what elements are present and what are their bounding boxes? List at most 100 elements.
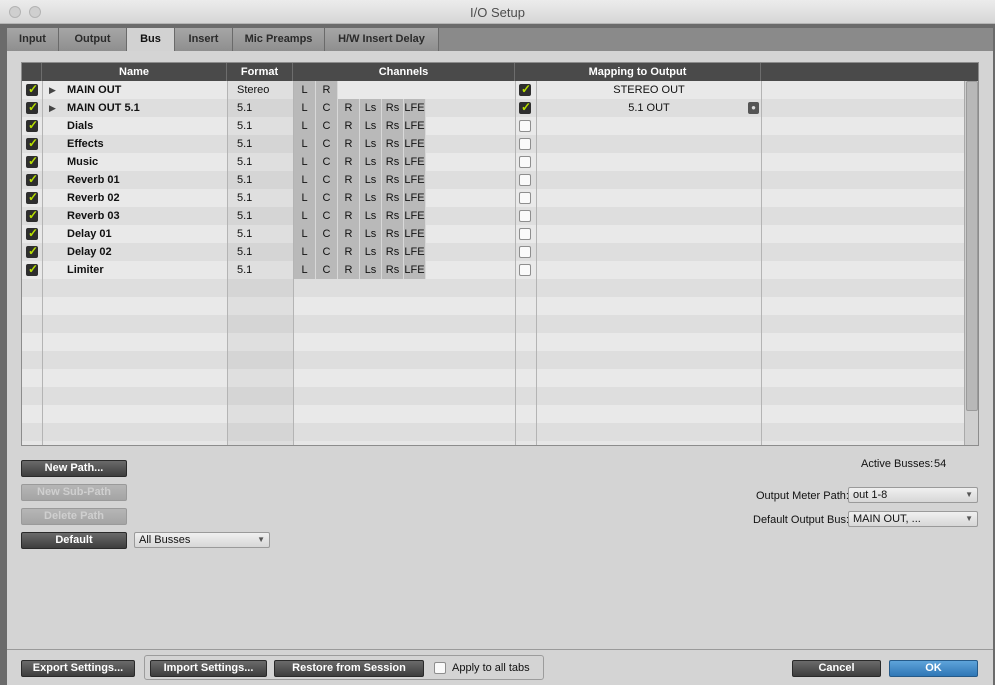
bus-enabled-checkbox[interactable] [26,100,38,114]
bus-name: MAIN OUT [67,84,122,96]
format-column-shade [227,81,293,445]
chevron-down-icon: ▼ [257,535,265,544]
disclosure-triangle-icon[interactable]: ▶ [49,99,56,117]
table-row[interactable]: Effects5.1LCRLsRsLFE [22,135,964,153]
bus-enabled-checkbox[interactable] [26,118,38,132]
bus-enabled-checkbox[interactable] [26,136,38,150]
output-meter-path-select[interactable]: out 1-8 ▼ [848,487,978,503]
bus-enabled-checkbox[interactable] [26,226,38,240]
new-sub-path-button[interactable]: New Sub-Path [21,484,127,501]
bus-name: Delay 02 [67,246,112,258]
column-divider [515,81,516,445]
tab-mic-preamps[interactable]: Mic Preamps [233,28,325,52]
table-row[interactable]: ▶MAIN OUTStereoLRSTEREO OUT [22,81,964,99]
table-row[interactable]: Music5.1LCRLsRsLFE [22,153,964,171]
cancel-button[interactable]: Cancel [792,660,881,677]
mapping-checkbox[interactable] [519,174,531,186]
table-row[interactable]: Reverb 015.1LCRLsRsLFE [22,171,964,189]
table-row[interactable]: Delay 025.1LCRLsRsLFE [22,243,964,261]
table-row[interactable]: Limiter5.1LCRLsRsLFE [22,261,964,279]
channel-label: LFE [404,243,426,261]
bus-enabled-checkbox[interactable] [26,190,38,204]
header-enabled [22,63,42,81]
bus-enabled-checkbox[interactable] [26,172,38,186]
channel-label: L [294,153,316,171]
channel-label: Rs [382,135,404,153]
restore-from-session-button[interactable]: Restore from Session [274,660,424,677]
channel-label: L [294,207,316,225]
bus-filter-value: All Busses [139,534,191,546]
empty-table-row [22,387,964,405]
active-busses-count: 54 [934,458,947,470]
mapping-checkbox[interactable] [519,82,531,96]
mapping-checkbox[interactable] [519,210,531,222]
export-settings-button[interactable]: Export Settings... [21,660,135,677]
column-divider [761,81,762,445]
bus-enabled-checkbox[interactable] [26,262,38,276]
header-name[interactable]: Name [42,63,227,81]
channel-label: R [316,81,338,99]
lock-icon[interactable]: ● [748,102,759,114]
disclosure-triangle-icon[interactable]: ▶ [49,81,56,99]
bus-enabled-checkbox[interactable] [26,208,38,222]
bus-name: Effects [67,138,104,150]
channel-label: Ls [360,117,382,135]
new-path-button[interactable]: New Path... [21,460,127,477]
bus-enabled-checkbox[interactable] [26,82,38,96]
table-row[interactable]: Reverb 035.1LCRLsRsLFE [22,207,964,225]
mapping-checkbox[interactable] [519,156,531,168]
tab-output[interactable]: Output [59,28,127,52]
channel-label: LFE [404,189,426,207]
empty-table-row [22,351,964,369]
mapping-checkbox[interactable] [519,228,531,240]
tab-insert[interactable]: Insert [175,28,233,52]
header-format[interactable]: Format [227,63,293,81]
tab-hw-insert-delay[interactable]: H/W Insert Delay [325,28,439,52]
mapping-checkbox[interactable] [519,138,531,150]
mapping-checkbox[interactable] [519,120,531,132]
channel-label: Rs [382,153,404,171]
mapping-checkbox[interactable] [519,100,531,114]
table-scrollbar[interactable] [964,81,978,445]
active-busses-label: Active Busses: [861,458,934,470]
table-row[interactable]: Delay 015.1LCRLsRsLFE [22,225,964,243]
channel-label: Ls [360,171,382,189]
import-settings-button[interactable]: Import Settings... [150,660,267,677]
tab-input[interactable]: Input [7,28,59,52]
channel-label: R [338,99,360,117]
bus-filter-select[interactable]: All Busses ▼ [134,532,270,548]
default-output-bus-select[interactable]: MAIN OUT, ... ▼ [848,511,978,527]
default-button[interactable]: Default [21,532,127,549]
mapping-checkbox[interactable] [519,192,531,204]
channel-label: L [294,189,316,207]
channel-label: L [294,171,316,189]
mapping-checkbox[interactable] [519,264,531,276]
channel-label: Ls [360,135,382,153]
empty-table-row [22,405,964,423]
bus-enabled-checkbox[interactable] [26,244,38,258]
column-divider [42,81,43,445]
delete-path-button[interactable]: Delete Path [21,508,127,525]
empty-table-row [22,423,964,441]
channel-label: C [316,171,338,189]
ok-button[interactable]: OK [889,660,978,677]
table-row[interactable]: ▶MAIN OUT 5.15.1LCRLsRsLFE5.1 OUT● [22,99,964,117]
channel-label: C [316,99,338,117]
channel-label: Ls [360,99,382,117]
bus-enabled-checkbox[interactable] [26,154,38,168]
scrollbar-thumb[interactable] [966,81,978,411]
apply-all-checkbox[interactable] [434,662,446,674]
tab-bus[interactable]: Bus [127,28,175,53]
table-row[interactable]: Dials5.1LCRLsRsLFE [22,117,964,135]
bus-name: Reverb 03 [67,210,120,222]
channel-label: L [294,261,316,279]
channel-label: C [316,117,338,135]
tab-bar: Input Output Bus Insert Mic Preamps H/W … [7,28,993,53]
mapping-checkbox[interactable] [519,246,531,258]
table-row[interactable]: Reverb 025.1LCRLsRsLFE [22,189,964,207]
channel-label: L [294,135,316,153]
channel-label: R [338,243,360,261]
output-meter-path-value: out 1-8 [853,489,888,501]
chevron-down-icon: ▼ [965,490,973,499]
bus-name: Reverb 02 [67,192,120,204]
